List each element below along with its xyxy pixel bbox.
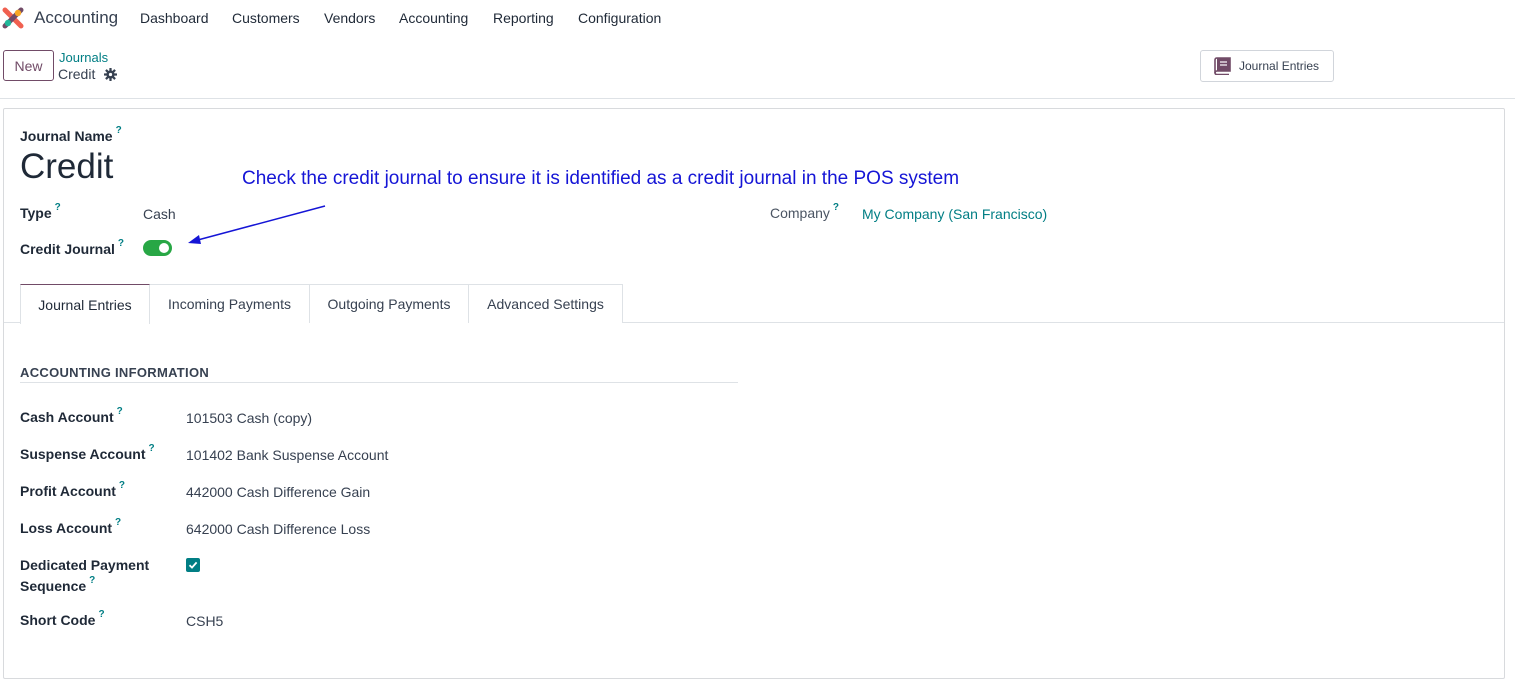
short-code-field[interactable]: CSH5 — [186, 613, 223, 629]
loss-account-label: Loss Account? — [20, 517, 122, 536]
app-name[interactable]: Accounting — [34, 8, 118, 28]
tab-incoming-payments[interactable]: Incoming Payments — [149, 284, 310, 323]
gear-icon[interactable] — [104, 68, 117, 81]
dedicated-payment-sequence-label-line2: Sequence? — [20, 575, 96, 594]
help-tooltip-icon[interactable]: ? — [149, 443, 155, 454]
suspense-account-field[interactable]: 101402 Bank Suspense Account — [186, 447, 388, 463]
dedicated-payment-sequence-label-line1: Dedicated Payment — [20, 557, 150, 573]
checkmark-icon — [188, 561, 198, 569]
menu-customers[interactable]: Customers — [232, 10, 300, 26]
help-tooltip-icon[interactable]: ? — [98, 609, 104, 620]
menu-vendors[interactable]: Vendors — [324, 10, 375, 26]
company-field[interactable]: My Company (San Francisco) — [862, 206, 1047, 222]
book-icon — [1214, 57, 1231, 75]
toggle-knob — [159, 243, 169, 253]
menu-reporting[interactable]: Reporting — [493, 10, 554, 26]
help-tooltip-icon[interactable]: ? — [117, 406, 123, 417]
journal-name-field[interactable]: Credit — [20, 147, 113, 187]
journal-entries-smart-button[interactable]: Journal Entries — [1200, 50, 1334, 82]
top-navbar: Accounting Dashboard Customers Vendors A… — [0, 0, 1515, 36]
type-label: Type? — [20, 202, 61, 221]
help-tooltip-icon[interactable]: ? — [55, 202, 61, 213]
help-tooltip-icon[interactable]: ? — [116, 125, 122, 136]
menu-configuration[interactable]: Configuration — [578, 10, 661, 26]
tab-outgoing-payments[interactable]: Outgoing Payments — [309, 284, 469, 323]
section-divider — [20, 382, 738, 383]
type-field[interactable]: Cash — [143, 206, 176, 222]
credit-journal-label: Credit Journal? — [20, 238, 125, 257]
profit-account-field[interactable]: 442000 Cash Difference Gain — [186, 484, 370, 500]
control-panel-divider — [0, 98, 1515, 99]
dedicated-payment-sequence-checkbox[interactable] — [186, 558, 200, 572]
journal-name-label: Journal Name? — [20, 125, 122, 144]
annotation-arrow — [188, 205, 326, 244]
accounting-app-icon[interactable] — [2, 7, 24, 29]
loss-account-field[interactable]: 642000 Cash Difference Loss — [186, 521, 370, 537]
new-button[interactable]: New — [3, 50, 54, 81]
suspense-account-label: Suspense Account? — [20, 443, 155, 462]
tab-journal-entries[interactable]: Journal Entries — [20, 284, 150, 324]
tab-advanced-settings[interactable]: Advanced Settings — [468, 284, 623, 323]
journal-entries-button-label: Journal Entries — [1239, 59, 1320, 73]
menu-accounting[interactable]: Accounting — [399, 10, 468, 26]
cash-account-label: Cash Account? — [20, 406, 123, 425]
help-tooltip-icon[interactable]: ? — [833, 202, 839, 213]
breadcrumb-current: Credit — [58, 66, 96, 82]
menu-dashboard[interactable]: Dashboard — [140, 10, 209, 26]
company-label: Company? — [770, 202, 840, 221]
short-code-label: Short Code? — [20, 609, 105, 628]
annotation-text: Check the credit journal to ensure it is… — [242, 168, 960, 189]
section-accounting-information: ACCOUNTING INFORMATION — [20, 365, 210, 380]
help-tooltip-icon[interactable]: ? — [118, 238, 124, 249]
credit-journal-toggle[interactable] — [143, 240, 172, 256]
help-tooltip-icon[interactable]: ? — [115, 517, 121, 528]
form-sheet — [3, 108, 1505, 679]
help-tooltip-icon[interactable]: ? — [89, 575, 95, 586]
breadcrumb-journals[interactable]: Journals — [59, 50, 108, 65]
profit-account-label: Profit Account? — [20, 480, 126, 499]
cash-account-field[interactable]: 101503 Cash (copy) — [186, 410, 312, 426]
help-tooltip-icon[interactable]: ? — [119, 480, 125, 491]
